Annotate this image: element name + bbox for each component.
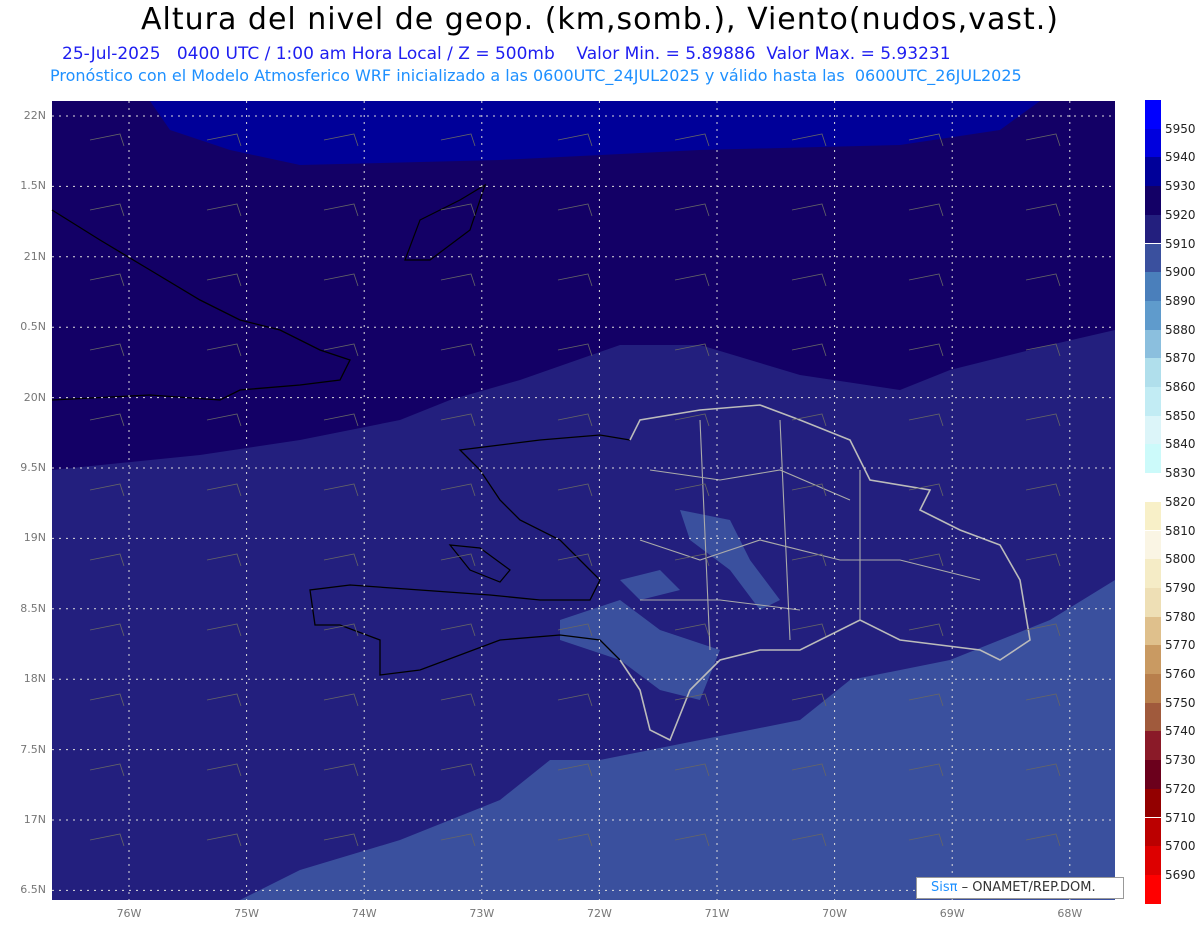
colorbar-swatch	[1145, 760, 1161, 789]
latitude-label: 22N	[23, 109, 46, 122]
colorbar-swatch	[1145, 128, 1161, 158]
latitude-label: 19N	[23, 531, 46, 545]
colorbar-swatch	[1145, 186, 1161, 215]
longitude-label: 68W	[1057, 907, 1083, 920]
colorbar-swatch	[1145, 559, 1161, 588]
colorbar-swatch	[1145, 272, 1161, 301]
colorbar-swatch	[1145, 100, 1161, 129]
longitude-label: 75W	[234, 907, 260, 920]
colorbar-swatch	[1145, 415, 1161, 445]
colorbar-label: 5740	[1165, 724, 1196, 739]
colorbar-swatch	[1145, 702, 1161, 732]
geopotential-map	[51, 101, 1115, 900]
colorbar-swatch	[1145, 358, 1161, 387]
colorbar-swatch	[1145, 817, 1161, 847]
colorbar-label: 5750	[1165, 695, 1196, 710]
latitude-label: 17N	[23, 813, 46, 826]
colorbar-swatch	[1145, 300, 1161, 330]
colorbar-label: 5890	[1165, 293, 1196, 308]
longitude-label: 71W	[704, 907, 730, 920]
latitude-label: 0.5N	[20, 320, 46, 334]
colorbar-label: 5870	[1165, 351, 1196, 366]
colorbar-label: 5710	[1165, 810, 1196, 825]
org-label: – ONAMET/REP.DOM.	[961, 880, 1096, 895]
colorbar-label: 5700	[1165, 839, 1196, 854]
colorbar-label: 5720	[1165, 781, 1196, 796]
colorbar-label: 5810	[1165, 523, 1196, 538]
latitude-label: 8.5N	[20, 601, 46, 615]
colorbar-swatch	[1145, 243, 1161, 273]
colorbar-label: 5690	[1165, 867, 1196, 882]
colorbar-label: 5900	[1165, 265, 1196, 280]
colorbar-label: 5840	[1165, 437, 1196, 452]
colorbar-swatch	[1145, 616, 1161, 646]
colorbar-label: 5730	[1165, 753, 1196, 768]
colorbar-label: 5850	[1165, 408, 1196, 423]
latitude-label: 6.5N	[20, 883, 46, 897]
colorbar-swatch	[1145, 157, 1161, 187]
colorbar-swatch	[1145, 788, 1161, 818]
colorbar-label: 5820	[1165, 494, 1196, 509]
colorbar-swatch	[1145, 501, 1161, 531]
colorbar-label: 5830	[1165, 466, 1196, 481]
colorbar-label: 5930	[1165, 179, 1196, 194]
latitude-label: 18N	[23, 672, 46, 686]
colorbar-swatch	[1145, 731, 1161, 761]
colorbar-label: 5950	[1165, 121, 1196, 136]
longitude-label: 73W	[469, 907, 495, 920]
longitude-label: 70W	[822, 907, 848, 920]
colorbar-swatch	[1145, 674, 1161, 703]
colorbar-swatch	[1145, 473, 1161, 502]
colorbar-label: 5910	[1165, 236, 1196, 251]
colorbar-label: 5770	[1165, 638, 1196, 653]
colorbar-label: 5760	[1165, 667, 1196, 681]
longitude-label: 76W	[116, 907, 142, 920]
colorbar-label: 5920	[1165, 207, 1196, 222]
colorbar-swatch	[1145, 530, 1161, 560]
colorbar-swatch	[1145, 444, 1161, 474]
credit-logo: Sisπ – ONAMET/REP.DOM.	[916, 877, 1124, 899]
colorbar-swatch	[1145, 587, 1161, 617]
colorbar-swatch	[1145, 874, 1161, 904]
colorbar-swatch	[1145, 846, 1161, 875]
latitude-label: 7.5N	[20, 742, 46, 756]
colorbar-label: 5790	[1165, 580, 1196, 595]
longitude-label: 69W	[939, 907, 965, 920]
colorbar-swatch	[1145, 387, 1161, 416]
brand-label: Sisπ	[931, 880, 958, 895]
latitude-label: 21N	[23, 249, 46, 263]
latitude-label: 1.5N	[20, 179, 46, 193]
colorbar-label: 5860	[1165, 380, 1196, 394]
longitude-label: 72W	[586, 907, 612, 920]
colorbar-swatch	[1145, 645, 1161, 674]
colorbar-label: 5780	[1165, 609, 1196, 624]
latitude-label: 20N	[23, 390, 46, 404]
colorbar-label: 5880	[1165, 322, 1196, 337]
colorbar-label: 5800	[1165, 552, 1196, 567]
colorbar-label: 5940	[1165, 150, 1196, 165]
colorbar-swatch	[1145, 214, 1161, 244]
latitude-label: 9.5N	[20, 461, 46, 474]
colorbar-swatch	[1145, 329, 1161, 359]
longitude-label: 74W	[351, 907, 377, 920]
